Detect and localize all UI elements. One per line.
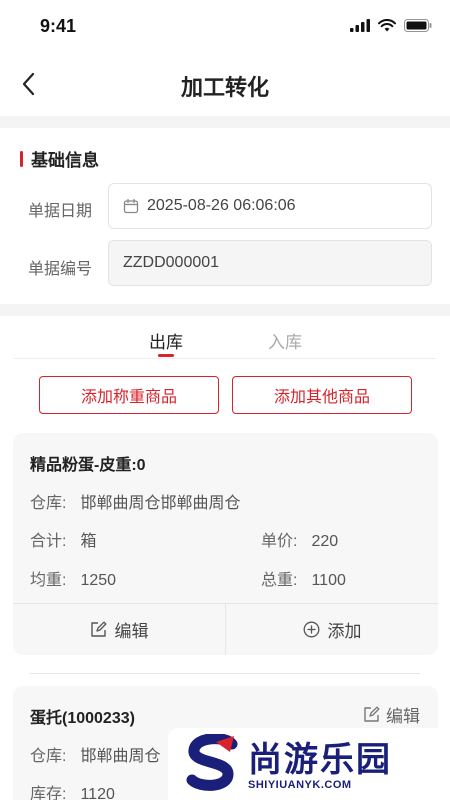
battery-icon (404, 19, 432, 32)
goods-item-card: 精品粉蛋-皮重:0 仓库: 邯郸曲周仓邯郸曲周仓 合计: 箱 单价: 220 均重: 1… (13, 433, 438, 655)
item-name: 精品粉蛋-皮重:0 (30, 457, 146, 474)
gross-weight-label: 总重: (261, 572, 298, 589)
card-separator (30, 673, 420, 674)
status-time: 9:41 (40, 16, 77, 36)
section-accent-bar (20, 150, 23, 167)
edit-label: 编辑 (114, 622, 149, 641)
number-value: ZZDD000001 (123, 254, 220, 271)
basic-info-card: 基础信息 单据日期 2025-08-26 06:06:06 单据编号 ZZDD0… (0, 128, 450, 304)
edit-icon (364, 706, 380, 722)
edit-button[interactable]: 编辑 (13, 604, 225, 655)
item-warehouse-row: 仓库: 邯郸曲周仓邯郸曲周仓 (30, 489, 240, 513)
tab-outbound[interactable]: 出库 (149, 328, 183, 353)
brand-logo-icon (186, 734, 238, 791)
total-label: 合计: (30, 533, 67, 550)
warehouse-value: 邯郸曲周仓邯郸曲周仓 (80, 495, 241, 512)
section-title: 基础信息 (31, 151, 99, 170)
total-value: 箱 (80, 533, 97, 550)
add-label: 添加 (327, 622, 362, 641)
date-label: 单据日期 (28, 203, 93, 220)
stock-label: 库存: (30, 786, 67, 800)
calendar-icon (123, 198, 139, 214)
edit-label: 编辑 (386, 707, 420, 726)
edit-button[interactable]: 编辑 (363, 702, 420, 727)
item-warehouse-row: 仓库: 邯郸曲周仓 (30, 742, 160, 766)
plus-circle-icon (303, 621, 319, 638)
date-value: 2025-08-26 06:06:06 (147, 197, 296, 214)
price-label: 单价: (261, 533, 298, 550)
price-value: 220 (311, 533, 339, 550)
item-price-row: 单价: 220 (261, 527, 338, 551)
item-name: 蛋托(1000233) (30, 710, 135, 727)
watermark-brand: 尚游乐园 (248, 741, 392, 779)
warehouse-value: 邯郸曲周仓 (80, 748, 161, 765)
tab-divider (14, 358, 436, 359)
item-actions: 编辑 添加 (13, 603, 438, 655)
tab-inbound[interactable]: 入库 (268, 328, 302, 353)
watermark: 尚游乐园 SHIYIUANYK.COM (168, 728, 450, 800)
avg-weight-value: 1250 (80, 572, 117, 589)
wifi-icon (378, 19, 396, 32)
stock-value: 1120 (80, 786, 115, 800)
number-label: 单据编号 (28, 261, 93, 278)
item-gross-row: 总重: 1100 (261, 566, 346, 590)
warehouse-label: 仓库: (30, 748, 67, 765)
item-stock-row: 库存: 1120 (30, 780, 115, 800)
add-weighed-goods-button[interactable]: 添加称重商品 (39, 376, 219, 414)
nav-bar: 加工转化 (0, 52, 450, 116)
cellular-signal-icon (350, 19, 370, 32)
warehouse-label: 仓库: (30, 495, 67, 512)
item-total-row: 合计: 箱 (30, 527, 96, 551)
status-bar: 9:41 (0, 0, 450, 52)
watermark-domain: SHIYIUANYK.COM (248, 779, 352, 791)
gross-weight-value: 1100 (311, 572, 346, 589)
active-tab-indicator (158, 354, 174, 357)
page-title: 加工转化 (180, 75, 269, 100)
status-icons (350, 19, 432, 32)
add-other-goods-button[interactable]: 添加其他商品 (232, 376, 412, 414)
add-button[interactable]: 添加 (225, 604, 438, 655)
date-field[interactable]: 2025-08-26 06:06:06 (108, 183, 432, 229)
avg-weight-label: 均重: (30, 572, 67, 589)
item-avg-row: 均重: 1250 (30, 566, 116, 590)
number-field: ZZDD000001 (108, 240, 432, 286)
edit-icon (90, 621, 106, 637)
section-header: 基础信息 (20, 146, 99, 171)
